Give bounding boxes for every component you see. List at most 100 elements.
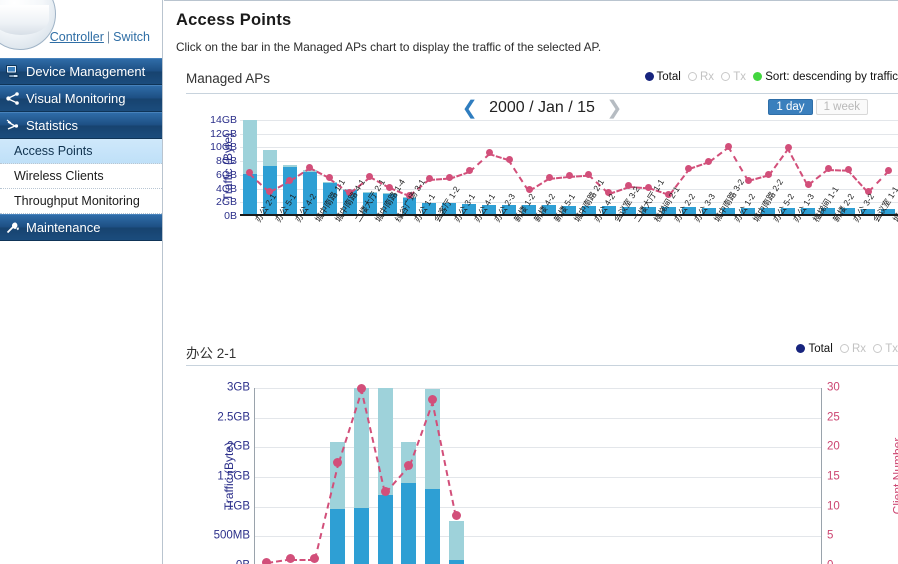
legend-tx[interactable]: Tx [721, 71, 746, 83]
chart2-y-tick: 2GB [226, 440, 250, 453]
chart2-y-tick-right: 30 [827, 381, 840, 394]
logo-area: Controller | Switch [0, 0, 162, 58]
data-point[interactable] [705, 157, 713, 165]
chart2-y-axis-right-title: Client Number [890, 437, 898, 515]
data-point[interactable] [380, 487, 390, 497]
sidebar: Controller | Switch Device Management Visu… [0, 0, 163, 564]
legend-tx[interactable]: Tx [873, 343, 898, 355]
data-point[interactable] [844, 165, 852, 173]
share-icon [4, 90, 22, 108]
chart2-y-tick-right: 25 [827, 410, 840, 423]
chart2-y-tick: 2.5GB [217, 410, 250, 423]
access-point-product-image [0, 0, 56, 50]
legend-total[interactable]: Total [796, 343, 833, 355]
chart2-y-tick-right: 5 [827, 529, 834, 542]
legend-rx-label: Rx [851, 343, 867, 355]
data-point[interactable] [565, 172, 573, 180]
controller-link[interactable]: Controller [50, 30, 104, 44]
data-point[interactable] [286, 554, 295, 564]
managed-aps-chart[interactable]: Traffic (Byte) 0B 2GB 4GB 6GB 8GB 10GB 12GB 14G… [186, 115, 898, 300]
chart2-y-tick: 1GB [226, 499, 250, 512]
legend-total[interactable]: Total [644, 71, 681, 83]
selected-ap-plot-area[interactable]: Traffic (Byte) Client Number 0B500MB1GB1… [214, 382, 898, 564]
application-window: Controller | Switch Device Management Visu… [0, 0, 898, 564]
selected-ap-panel: 办公 2-1 Total Rx Tx Traffic (Byte) Client… [186, 342, 898, 564]
range-1-week-button[interactable]: 1 week [815, 99, 868, 115]
chart1-y-tick: 14GB [210, 113, 237, 126]
data-point[interactable] [357, 383, 366, 393]
data-point[interactable] [309, 554, 319, 564]
legend-sort[interactable]: Sort: descending by traffic [753, 71, 898, 83]
data-point[interactable] [685, 164, 693, 172]
sidebar-item-label: Maintenance [26, 220, 101, 235]
gridline [255, 417, 821, 419]
chart1-y-tick: 4GB [215, 182, 237, 195]
data-point[interactable] [366, 172, 374, 180]
legend-rx-dot [688, 72, 697, 81]
stats-icon [4, 117, 22, 135]
table-row[interactable] [448, 521, 464, 564]
device-icon [4, 63, 22, 81]
legend-rx[interactable]: Rx [839, 343, 867, 355]
data-point[interactable] [333, 457, 343, 467]
legend-tx-dot [873, 344, 883, 353]
data-point[interactable] [784, 143, 792, 151]
bar-upper-segment [242, 120, 257, 175]
legend-tx-label: Tx [733, 71, 747, 83]
chart2-y-tick: 500MB [213, 529, 250, 542]
data-point[interactable] [725, 142, 732, 150]
data-point[interactable] [404, 460, 414, 470]
range-1-day-button[interactable]: 1 day [768, 99, 813, 115]
legend-total-label: Total [808, 343, 833, 355]
brand-links: Controller | Switch [50, 30, 150, 44]
data-point[interactable] [505, 155, 513, 163]
legend-rx-label: Rx [700, 71, 715, 83]
data-point[interactable] [262, 557, 272, 564]
line-segment [786, 147, 809, 186]
sidebar-item-throughput-monitoring[interactable]: Throughput Monitoring [0, 189, 162, 214]
data-point[interactable] [884, 167, 892, 175]
legend-tx-label: Tx [885, 343, 898, 355]
chart1-y-tick: 0B [224, 209, 237, 222]
data-point[interactable] [804, 180, 812, 188]
next-day-arrow[interactable]: ❯ [606, 98, 622, 119]
current-date-label: 2000 / Jan / 15 [489, 99, 595, 116]
table-row[interactable] [242, 120, 257, 214]
data-point[interactable] [451, 511, 461, 521]
bar-upper-segment [282, 164, 297, 168]
gridline [240, 120, 898, 121]
chart1-y-tick: 10GB [210, 141, 237, 154]
brand-separator: | [106, 30, 111, 44]
sidebar-item-statistics[interactable]: Statistics [0, 112, 162, 139]
page-title: Access Points [176, 11, 292, 29]
managed-aps-legend: Total Rx Tx Sort: descending by traffic [641, 71, 898, 83]
legend-total-label: Total [656, 71, 681, 83]
sidebar-item-device-management[interactable]: Device Management [0, 58, 162, 85]
sidebar-item-access-points[interactable]: Access Points [0, 139, 162, 164]
date-navigation-bar: ❮ 2000 / Jan / 15 ❯ 1 day 1 week [186, 94, 898, 120]
legend-total-dot [644, 72, 654, 81]
data-point[interactable] [445, 174, 453, 182]
sidebar-item-maintenance[interactable]: Maintenance [0, 214, 162, 241]
managed-aps-panel: Managed APs Total Rx Tx Sort: descending… [186, 70, 898, 300]
gridline [255, 388, 821, 389]
data-point[interactable] [824, 165, 832, 173]
data-point[interactable] [764, 171, 772, 179]
chart1-y-tick: 6GB [215, 168, 237, 181]
chart2-y-tick-right: 15 [827, 470, 840, 483]
legend-rx[interactable]: Rx [688, 71, 714, 83]
gridline [240, 133, 898, 135]
legend-sort-label: Sort: descending by traffic [765, 71, 898, 83]
data-point[interactable] [545, 174, 553, 182]
chart2-y-tick-right: 20 [827, 440, 840, 453]
legend-rx-dot [839, 344, 849, 353]
data-point[interactable] [465, 167, 473, 175]
bar-upper-segment [262, 150, 277, 166]
sidebar-item-label: Access Points [14, 144, 93, 158]
switch-link[interactable]: Switch [113, 30, 150, 44]
selected-ap-chart[interactable]: Traffic (Byte) Client Number 0B500MB1GB1… [186, 382, 898, 564]
range-selector: 1 day 1 week [768, 97, 868, 115]
previous-day-arrow[interactable]: ❮ [462, 98, 478, 119]
sidebar-item-wireless-clients[interactable]: Wireless Clients [0, 164, 162, 189]
sidebar-item-visual-monitoring[interactable]: Visual Monitoring [0, 85, 162, 112]
